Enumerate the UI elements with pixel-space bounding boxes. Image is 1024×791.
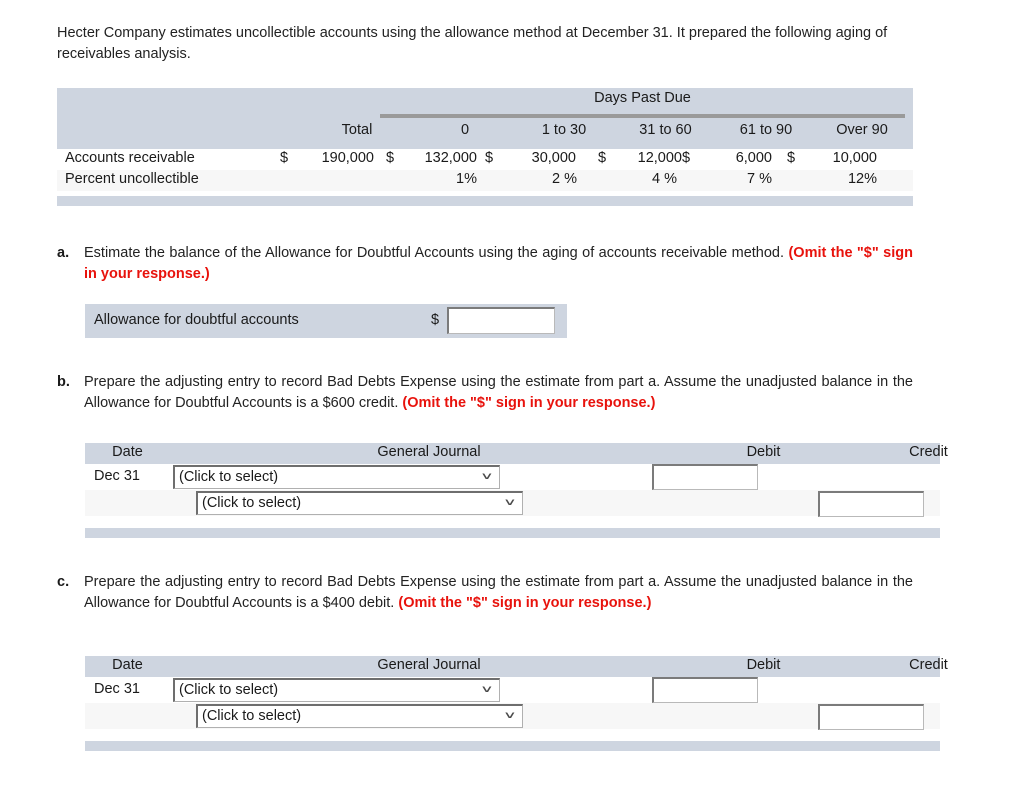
column-header-total: Total — [341, 122, 373, 138]
journal-c-header: Date General Journal Debit Credit — [85, 656, 948, 677]
row-label-percent-uncollectible: Percent uncollectible — [65, 171, 199, 187]
journal-c-row-1-date: Dec 31 — [94, 681, 140, 697]
aging-column-headers: Total 0 1 to 30 31 to 60 61 to 90 Over 9… — [57, 122, 913, 147]
days-past-due-group-header: Days Past Due — [594, 90, 691, 106]
question-a-letter: a. — [57, 245, 70, 261]
chevron-down-icon: ∨ — [480, 470, 495, 482]
column-header-0: 0 — [460, 122, 470, 138]
journal-table-c: Date General Journal Debit Credit Dec 31… — [85, 656, 948, 730]
value-total: 190,000 — [321, 150, 374, 166]
journal-b-row-1-account-select[interactable]: (Click to select) ∨ — [173, 465, 500, 489]
question-c: c. Prepare the adjusting entry to record… — [57, 572, 913, 614]
journal-b-header-date: Date — [112, 444, 143, 460]
days-past-due-rule — [380, 114, 905, 118]
percent-31-to-60: 4 % — [652, 171, 677, 187]
journal-b-row-2: (Click to select) ∨ — [85, 490, 940, 517]
question-a-body: Estimate the balance of the Allowance fo… — [84, 245, 789, 261]
aging-table-header: Days Past Due Total 0 1 to 30 31 to 60 6… — [57, 88, 913, 149]
journal-b-row-1-date: Dec 31 — [94, 468, 140, 484]
journal-c-row-1-account-value: (Click to select) — [179, 682, 279, 698]
value-1-to-30: 30,000 — [531, 150, 576, 166]
percent-1-to-30: 2 % — [552, 171, 577, 187]
question-b-text: Prepare the adjusting entry to record Ba… — [84, 372, 913, 414]
percent-over-90: 12% — [847, 171, 877, 187]
journal-b-header-credit: Credit — [909, 444, 948, 460]
journal-c-header-credit: Credit — [909, 657, 948, 673]
percent-0: 1% — [456, 171, 477, 187]
table-row-percent-uncollectible: Percent uncollectible 1% 2 % 4 % 7 % 12% — [57, 170, 913, 191]
journal-c-header-general: General Journal — [377, 657, 481, 673]
intro-paragraph: Hecter Company estimates uncollectible a… — [57, 25, 888, 62]
journal-c-row-1: Dec 31 (Click to select) ∨ — [85, 677, 940, 703]
question-b-letter: b. — [57, 374, 70, 390]
chevron-down-icon: ∨ — [503, 496, 518, 508]
journal-c-row-2-credit-input[interactable] — [818, 704, 924, 730]
question-b: b. Prepare the adjusting entry to record… — [57, 372, 913, 414]
journal-c-row-2-account-value: (Click to select) — [202, 708, 302, 724]
journal-b-row-1-debit-input[interactable] — [652, 464, 758, 490]
journal-b-header-general: General Journal — [377, 444, 481, 460]
journal-c-header-debit: Debit — [746, 657, 781, 673]
journal-b-row-2-credit-input[interactable] — [818, 491, 924, 517]
journal-b-row-2-account-value: (Click to select) — [202, 495, 302, 511]
journal-c-header-date: Date — [112, 657, 143, 673]
row-label-accounts-receivable: Accounts receivable — [65, 150, 195, 166]
question-a-text: Estimate the balance of the Allowance fo… — [84, 243, 913, 285]
column-header-31-to-60: 31 to 60 — [639, 122, 692, 138]
journal-b-header: Date General Journal Debit Credit — [85, 443, 948, 464]
question-b-omit-note: (Omit the "$" sign in your response.) — [402, 395, 656, 411]
journal-b-row-1-account-value: (Click to select) — [179, 469, 279, 485]
value-over-90: 10,000 — [832, 150, 877, 166]
question-a: a. Estimate the balance of the Allowance… — [57, 243, 913, 285]
allowance-input[interactable] — [447, 307, 555, 334]
value-61-to-90: 6,000 — [735, 150, 772, 166]
allowance-answer-label: Allowance for doubtful accounts — [94, 312, 299, 328]
journal-c-row-2-account-select[interactable]: (Click to select) ∨ — [196, 704, 523, 728]
section-divider-b — [85, 528, 940, 538]
question-c-omit-note: (Omit the "$" sign in your response.) — [398, 595, 652, 611]
aging-of-receivables-table: Days Past Due Total 0 1 to 30 31 to 60 6… — [57, 88, 913, 191]
column-header-1-to-30: 1 to 30 — [541, 122, 587, 138]
journal-c-row-2: (Click to select) ∨ — [85, 703, 940, 730]
section-divider-c — [85, 741, 940, 751]
percent-61-to-90: 7 % — [747, 171, 772, 187]
chevron-down-icon: ∨ — [503, 709, 518, 721]
section-divider-aging — [57, 196, 913, 206]
journal-b-header-debit: Debit — [746, 444, 781, 460]
question-c-text: Prepare the adjusting entry to record Ba… — [84, 572, 913, 614]
journal-c-row-1-debit-input[interactable] — [652, 677, 758, 703]
column-header-61-to-90: 61 to 90 — [739, 122, 793, 138]
table-row-accounts-receivable: Accounts receivable $ 190,000 $ 132,000 … — [57, 149, 913, 170]
allowance-currency-symbol: $ — [431, 312, 440, 328]
journal-b-row-2-account-select[interactable]: (Click to select) ∨ — [196, 491, 523, 515]
journal-b-row-1: Dec 31 (Click to select) ∨ — [85, 464, 940, 490]
chevron-down-icon: ∨ — [480, 683, 495, 695]
column-header-over-90: Over 90 — [836, 122, 888, 138]
journal-c-row-1-account-select[interactable]: (Click to select) ∨ — [173, 678, 500, 702]
question-c-letter: c. — [57, 574, 70, 590]
journal-table-b: Date General Journal Debit Credit Dec 31… — [85, 443, 948, 517]
